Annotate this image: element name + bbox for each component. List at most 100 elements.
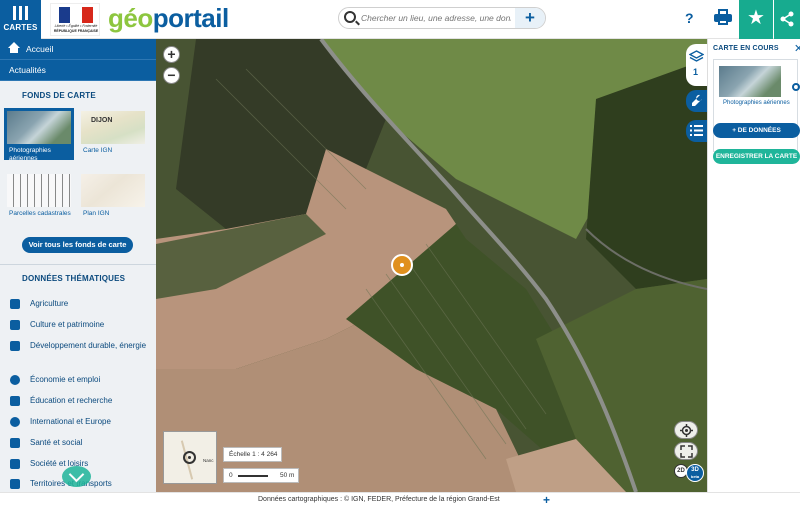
attribution-bar: Données cartographiques : © IGN, FEDER, … (0, 492, 800, 507)
basemap-plan-ign[interactable]: Plan IGN (78, 171, 148, 223)
basemap-label: Parcelles cadastrales (9, 210, 71, 217)
marianne-flag-icon (59, 7, 93, 23)
fullscreen-button[interactable] (674, 442, 698, 460)
basemap-photographies[interactable]: Photographies aériennes (4, 108, 74, 162)
geoportail-logo[interactable]: géoportail (108, 3, 229, 34)
nav-item-actualites[interactable]: Actualités (0, 60, 156, 81)
basemap-label: Photographies aériennes (9, 147, 51, 162)
share-icon[interactable] (774, 0, 800, 39)
theme-label: International et Europe (30, 417, 111, 426)
museum-icon (10, 320, 20, 330)
wrench-icon (692, 94, 702, 106)
cartes-menu-label: CARTES (3, 23, 38, 32)
theme-label: Éducation et recherche (30, 396, 113, 405)
zoom-in-button[interactable]: + (163, 46, 180, 63)
scale-zero: 0 (229, 472, 233, 479)
list-icon (690, 125, 703, 136)
search-bar: + (338, 7, 546, 29)
see-all-basemaps-button[interactable]: Voir tous les fonds de carte (22, 237, 133, 253)
gear-icon[interactable] (792, 83, 800, 91)
home-icon (8, 42, 20, 53)
theme-label: Développement durable, énergie (30, 341, 147, 350)
basemap-thumbnail: DIJON (81, 111, 145, 144)
minimap-place-label: Nanc (203, 458, 214, 463)
republique-francaise-logo[interactable]: Liberté • Égalité • Fraternité RÉPUBLIQU… (50, 3, 100, 36)
nav-item-label: Accueil (26, 44, 54, 54)
layer-caption: Photographies aériennes (723, 100, 790, 106)
legend-button[interactable] (686, 120, 707, 142)
geolocate-button[interactable] (674, 421, 698, 439)
nav-item-accueil[interactable]: Accueil (0, 39, 156, 60)
basemap-parcelles[interactable]: Parcelles cadastrales (4, 171, 74, 223)
view-3d-button[interactable]: 3D beta (686, 464, 704, 482)
view-3d-label: 3D (691, 467, 699, 473)
nav-item-label: Actualités (9, 65, 46, 75)
layer-thumbnail (719, 66, 781, 97)
tools-button[interactable] (686, 90, 707, 112)
print-icon[interactable] (714, 9, 732, 25)
theme-label: Agriculture (30, 299, 69, 308)
save-map-button[interactable]: ENREGISTRER LA CARTE (713, 149, 800, 164)
aerial-imagery (156, 39, 707, 492)
themes-title: DONNÉES THÉMATIQUES (22, 274, 126, 283)
advanced-search-button[interactable]: + (515, 8, 545, 28)
theme-label: Société et loisirs (30, 459, 89, 468)
location-marker[interactable] (391, 254, 413, 276)
scale-line (238, 475, 268, 477)
scale-bar: 0 50 m (223, 468, 299, 483)
medkit-icon (10, 438, 20, 448)
road-icon (10, 479, 20, 489)
layers-icon (689, 50, 704, 62)
view-2d-3d-toggle[interactable]: 2D 3D beta (674, 464, 704, 482)
basemap-thumbnail (7, 174, 71, 207)
geoportail-app: CARTES Liberté • Égalité • Fraternité RÉ… (0, 0, 800, 507)
basemap-carte-ign[interactable]: DIJON Carte IGN (78, 108, 148, 160)
menu-bars-icon (0, 0, 41, 20)
crosshair-icon (680, 424, 693, 437)
catalog-panel: FONDS DE CARTE Photographies aériennes D… (0, 81, 156, 492)
scroll-down-button[interactable] (62, 466, 91, 487)
book-icon (10, 396, 20, 406)
left-sidebar: Accueil Actualités FONDS DE CARTE Photog… (0, 39, 156, 492)
basemap-thumbnail (7, 111, 71, 144)
globe-icon (10, 417, 20, 427)
star-icon[interactable]: ★ (739, 0, 773, 39)
theme-label: Santé et social (30, 438, 83, 447)
logo-republic: RÉPUBLIQUE FRANÇAISE (53, 29, 99, 33)
view-3d-beta: beta (690, 474, 700, 479)
help-button[interactable]: ? (685, 10, 694, 26)
current-map-panel: CARTE EN COURS ✕ Photographies aériennes… (707, 39, 800, 492)
add-data-button[interactable]: + DE DONNÉES (713, 123, 800, 138)
section-divider (0, 264, 156, 265)
logo-motto: Liberté • Égalité • Fraternité (54, 24, 98, 28)
attribution-text: Données cartographiques : © IGN, FEDER, … (258, 496, 500, 503)
people-icon (10, 459, 20, 469)
scale-distance: 50 m (280, 472, 295, 479)
sprout-icon (10, 299, 20, 309)
layer-count-badge: 1 (693, 67, 699, 77)
leaf-icon (10, 341, 20, 351)
expand-icon (680, 445, 693, 458)
basemaps-title: FONDS DE CARTE (22, 91, 96, 100)
search-icon[interactable] (344, 11, 356, 23)
layer-card[interactable]: Photographies aériennes (713, 59, 800, 152)
close-icon[interactable]: ✕ (794, 42, 800, 55)
pie-chart-icon (10, 375, 20, 385)
basemap-label: Plan IGN (83, 210, 110, 217)
cartes-menu-button[interactable]: CARTES (0, 0, 41, 39)
overview-minimap[interactable]: Nanc (163, 431, 217, 484)
logo-portail-text: portail (152, 3, 229, 33)
search-input[interactable] (361, 10, 511, 26)
basemap-map-text: DIJON (91, 117, 113, 124)
zoom-out-button[interactable]: − (163, 67, 180, 84)
basemap-label: Carte IGN (83, 147, 113, 154)
logo-geo-text: géo (108, 3, 153, 33)
top-bar: CARTES Liberté • Égalité • Fraternité RÉ… (0, 0, 800, 39)
layers-tool-button[interactable]: 1 (686, 44, 707, 86)
attribution-more-button[interactable]: + (543, 493, 550, 507)
theme-label: Culture et patrimoine (30, 320, 105, 329)
basemap-grid: Photographies aériennes DIJON Carte IGN … (0, 100, 156, 228)
map-view[interactable] (156, 39, 707, 492)
current-map-title: CARTE EN COURS (713, 45, 779, 52)
theme-label: Économie et emploi (30, 375, 101, 384)
